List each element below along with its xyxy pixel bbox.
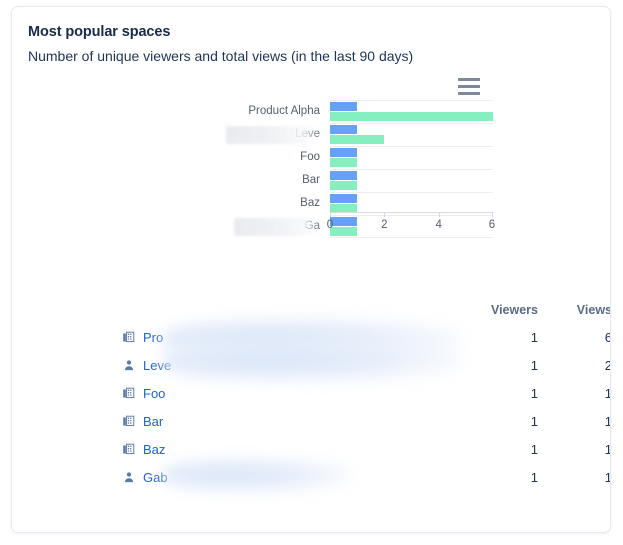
table-row[interactable]: Gab 11	[12, 457, 610, 493]
chart-category-label: Foo	[300, 151, 320, 163]
cell-views: 2	[538, 358, 610, 373]
person-icon	[120, 358, 137, 372]
chart-category-label: Product Alpha	[248, 105, 320, 117]
cell-views: 1	[538, 386, 610, 401]
chart-category-label: Ga	[304, 220, 320, 232]
menu-line-3	[458, 92, 480, 95]
chart-category-label: Baz	[300, 197, 320, 209]
cell-viewers: 1	[530, 385, 538, 401]
most-popular-spaces-card: Most popular spaces Number of unique vie…	[11, 6, 611, 533]
chart-category-axis: Product Alpha Leve Foo Bar Baz Ga	[162, 100, 324, 238]
table-row[interactable]: Leve 12	[12, 339, 610, 383]
space-building-icon	[120, 442, 137, 456]
chart-x-axis: 0 2 4 6	[326, 212, 496, 240]
x-axis-tick-label: 4	[435, 219, 442, 231]
cell-views: 1	[538, 442, 610, 457]
table-row[interactable]: Foo 11	[12, 379, 610, 407]
cell-viewers: 1	[530, 413, 538, 429]
redacted-name-overlay	[162, 457, 352, 493]
card-header: Most popular spaces Number of unique vie…	[12, 7, 610, 66]
chart-bar-viewers	[330, 171, 358, 180]
x-axis-line	[330, 212, 493, 213]
space-name-link[interactable]: Baz	[143, 442, 165, 457]
chart-bar-viewers	[330, 125, 358, 134]
page-title: Most popular spaces	[28, 24, 171, 40]
x-axis-tick	[384, 212, 386, 217]
x-axis-tick	[492, 212, 493, 217]
cell-views: 6	[538, 330, 610, 345]
x-axis-tick-label: 2	[381, 219, 388, 231]
cell-views: 1	[538, 470, 610, 485]
chart-bar-viewers	[330, 148, 358, 157]
chart-bar-views	[330, 181, 358, 190]
space-building-icon	[120, 414, 137, 428]
cell-viewers: 1	[530, 329, 538, 345]
space-building-icon	[120, 386, 137, 400]
spaces-table: Viewers Views Pro16Leve12Foo11Bar11Baz11…	[12, 297, 611, 493]
space-name-link[interactable]: Bar	[143, 414, 163, 429]
table-row[interactable]: Pro 16	[12, 317, 610, 361]
chart-bar-views	[330, 158, 358, 167]
column-header-views: Views	[576, 303, 611, 317]
menu-line-1	[458, 78, 480, 81]
space-name-link[interactable]: Gab	[143, 470, 168, 485]
chart-plot-wrapper: Product Alpha Leve Foo Bar Baz Ga	[12, 100, 610, 270]
x-axis-tick	[330, 212, 331, 217]
space-name-link[interactable]: Foo	[143, 386, 165, 401]
chart-category-label: Bar	[302, 174, 320, 186]
space-name-link[interactable]: Leve	[143, 358, 171, 373]
chart-category-label: Leve	[295, 128, 320, 140]
space-building-icon	[120, 330, 137, 344]
cell-viewers: 1	[530, 357, 538, 373]
bar-chart: Product Alpha Leve Foo Bar Baz Ga 0 2 4 6	[12, 74, 610, 274]
chart-bar-viewers	[330, 102, 358, 111]
cell-viewers: 1	[530, 469, 538, 485]
table-body: Pro16Leve12Foo11Bar11Baz11Gab11	[12, 317, 610, 493]
chart-bar-views	[330, 112, 493, 121]
cell-views: 1	[538, 414, 610, 429]
chart-bar-viewers	[330, 194, 358, 203]
person-icon	[120, 470, 137, 484]
table-row[interactable]: Bar 11	[12, 407, 610, 435]
column-header-viewers: Viewers	[490, 303, 538, 317]
x-axis-tick-label: 0	[326, 219, 334, 231]
chart-bar-views	[330, 135, 385, 144]
cell-viewers: 1	[530, 441, 538, 457]
card-subtitle: Number of unique viewers and total views…	[28, 48, 414, 64]
table-header-row: Viewers Views	[12, 297, 611, 323]
menu-line-2	[458, 85, 480, 88]
hamburger-menu-icon[interactable]	[458, 78, 480, 95]
table-row[interactable]: Baz 11	[12, 435, 610, 463]
space-name-link[interactable]: Pro	[143, 330, 163, 345]
x-axis-tick	[438, 212, 440, 217]
x-axis-tick-label: 6	[488, 219, 496, 231]
